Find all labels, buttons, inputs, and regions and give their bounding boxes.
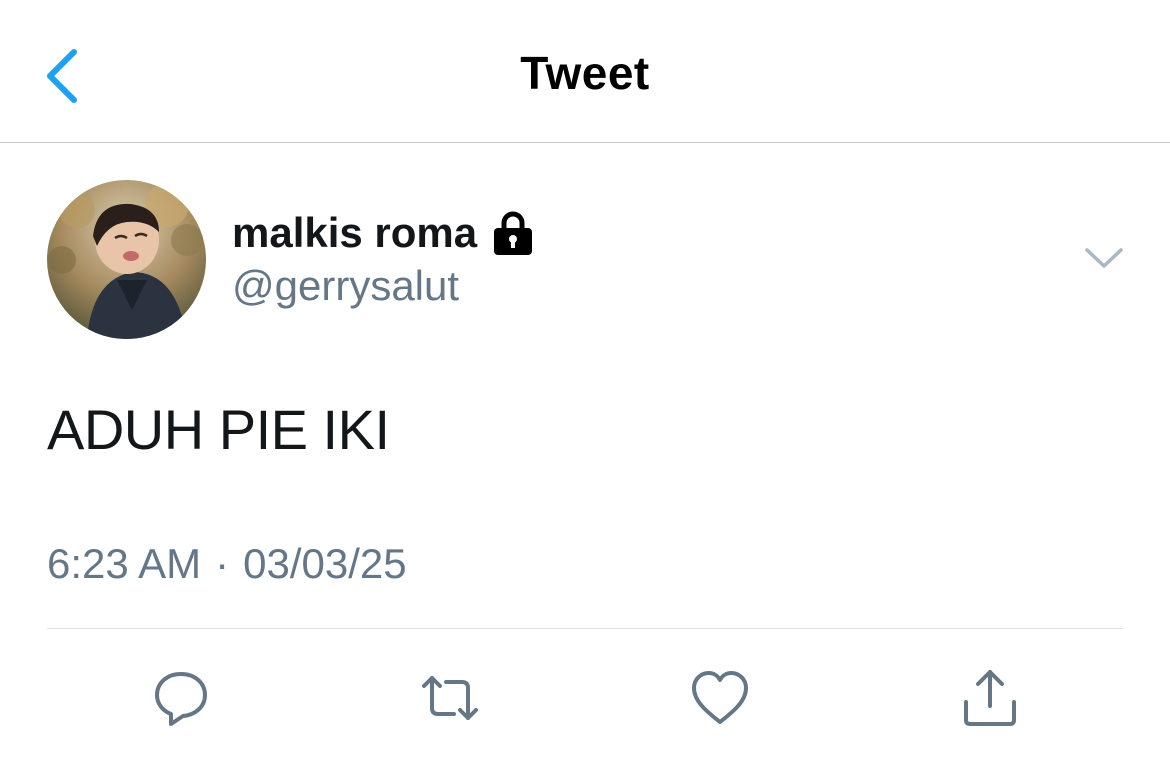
avatar[interactable]	[47, 180, 206, 339]
reply-button[interactable]	[143, 660, 219, 736]
tweet-timestamp: 6:23 AM · 03/03/25	[47, 540, 407, 588]
tweet-text: ADUH PIE IKI	[47, 398, 390, 461]
tweet-time: 6:23 AM	[47, 540, 202, 587]
heart-icon	[692, 671, 748, 724]
tweet-actions	[0, 660, 1170, 740]
retweet-icon	[422, 676, 478, 720]
chevron-down-icon	[1085, 248, 1123, 268]
lock-icon	[494, 211, 533, 255]
share-button[interactable]	[952, 660, 1028, 736]
tweet-menu-button[interactable]	[1084, 244, 1124, 274]
like-button[interactable]	[682, 660, 758, 736]
retweet-button[interactable]	[412, 660, 488, 736]
tweet-date: 03/03/25	[243, 540, 407, 587]
reply-icon	[155, 672, 207, 726]
share-icon	[964, 670, 1016, 726]
navigation-bar: Tweet	[0, 0, 1170, 143]
author-handle[interactable]: @gerrysalut	[232, 262, 459, 310]
author-display-name[interactable]: malkis roma	[232, 209, 477, 257]
page-title: Tweet	[520, 47, 650, 99]
timestamp-separator: ·	[215, 540, 230, 587]
divider	[47, 628, 1123, 629]
avatar-photo	[47, 180, 206, 339]
author-name-row[interactable]: malkis roma	[232, 205, 535, 261]
